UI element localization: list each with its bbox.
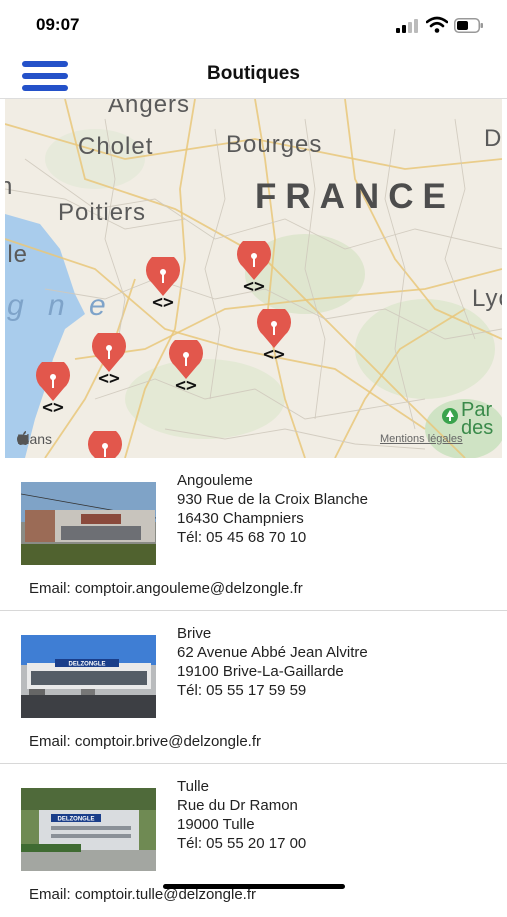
pin-label: <> (98, 368, 120, 389)
divider (0, 610, 507, 611)
store-photo (21, 482, 156, 565)
apple-logo-icon (17, 431, 29, 445)
store-phone[interactable]: Tél: 05 55 20 17 00 (177, 834, 306, 853)
store-photo: DELZONGLE (21, 788, 156, 871)
store-name: Angouleme (177, 472, 253, 489)
pin-label: <> (175, 375, 197, 396)
map-pin-icon (169, 340, 203, 379)
store-map-pin[interactable]: <> (254, 309, 294, 371)
legal-link[interactable]: Mentions légales (380, 433, 463, 445)
battery-icon (454, 18, 484, 33)
store-map-pin[interactable]: <> (166, 340, 206, 402)
map-label-park: Par des (461, 399, 494, 439)
store-street: 62 Avenue Abbé Jean Alvitre (177, 644, 368, 661)
divider (0, 763, 507, 764)
store-email[interactable]: Email: comptoir.angouleme@delzongle.fr (29, 580, 303, 597)
map-label-partial-left: n (5, 173, 14, 200)
map-pin-icon (257, 309, 291, 348)
store-city: 16430 Champniers (177, 510, 304, 527)
map-label-partial-city: lle (5, 241, 29, 268)
store-city: 19100 Brive-La-Gaillarde (177, 663, 344, 680)
page-title: Boutiques (207, 63, 300, 84)
status-time: 09:07 (36, 15, 80, 34)
store-phone[interactable]: Tél: 05 55 17 59 59 (177, 681, 368, 700)
store-sign: DELZONGLE (69, 662, 106, 668)
pin-label: <> (243, 276, 265, 297)
store-street: Rue du Dr Ramon (177, 797, 298, 814)
store-info: Tulle Rue du Dr Ramon 19000 Tulle Tél: 0… (177, 777, 306, 853)
store-item[interactable]: DELZONGLE Tulle Rue du Dr Ramon 19000 Tu… (0, 765, 507, 917)
store-phone[interactable]: Tél: 05 45 68 70 10 (177, 528, 368, 547)
store-map-pin[interactable]: <> (89, 333, 129, 395)
store-map-pin[interactable]: <> (33, 362, 73, 424)
map-label-partial-right: D (484, 125, 502, 152)
map-pin-icon (92, 333, 126, 372)
store-map-pin[interactable] (85, 431, 125, 458)
pin-label: <> (42, 397, 64, 418)
store-photo: DELZONGLE (21, 635, 156, 718)
home-indicator[interactable] (163, 884, 345, 889)
map-pin-icon (88, 431, 122, 458)
store-city: 19000 Tulle (177, 816, 255, 833)
wifi-icon (425, 16, 449, 34)
map-provider: Plans (17, 431, 52, 447)
store-item[interactable]: Angouleme 930 Rue de la Croix Blanche 16… (0, 459, 507, 611)
store-map[interactable]: Angers Cholet Bourges Poitiers Lyon n ll… (5, 99, 502, 458)
store-info: Brive 62 Avenue Abbé Jean Alvitre 19100 … (177, 624, 368, 700)
pin-label: <> (263, 344, 285, 365)
map-label-country: FRANCE (255, 177, 455, 216)
map-label-lyon: Lyon (472, 285, 502, 312)
map-pin-icon (36, 362, 70, 401)
map-pin-icon (146, 257, 180, 296)
store-street: 930 Rue de la Croix Blanche (177, 491, 368, 508)
map-label-cholet: Cholet (78, 133, 154, 160)
nav-header: Boutiques (0, 50, 507, 99)
map-label-angers: Angers (108, 99, 191, 118)
cellular-signal-icon (396, 19, 420, 33)
map-label-sea: g n e (7, 289, 114, 322)
store-info: Angouleme 930 Rue de la Croix Blanche 16… (177, 471, 368, 547)
map-label-poitiers: Poitiers (58, 199, 147, 226)
store-name: Brive (177, 625, 212, 642)
store-map-pin[interactable]: <> (234, 241, 274, 303)
pin-label: <> (152, 292, 174, 313)
store-name: Tulle (177, 778, 209, 795)
status-bar: 09:07 (0, 0, 507, 50)
store-sign: DELZONGLE (58, 817, 95, 823)
map-label-bourges: Bourges (226, 131, 323, 158)
store-item[interactable]: DELZONGLE Brive 62 Avenue Abbé Jean Alvi… (0, 612, 507, 764)
park-icon (442, 408, 458, 424)
store-map-pin[interactable]: <> (143, 257, 183, 319)
store-email[interactable]: Email: comptoir.brive@delzongle.fr (29, 733, 261, 750)
map-pin-icon (237, 241, 271, 280)
